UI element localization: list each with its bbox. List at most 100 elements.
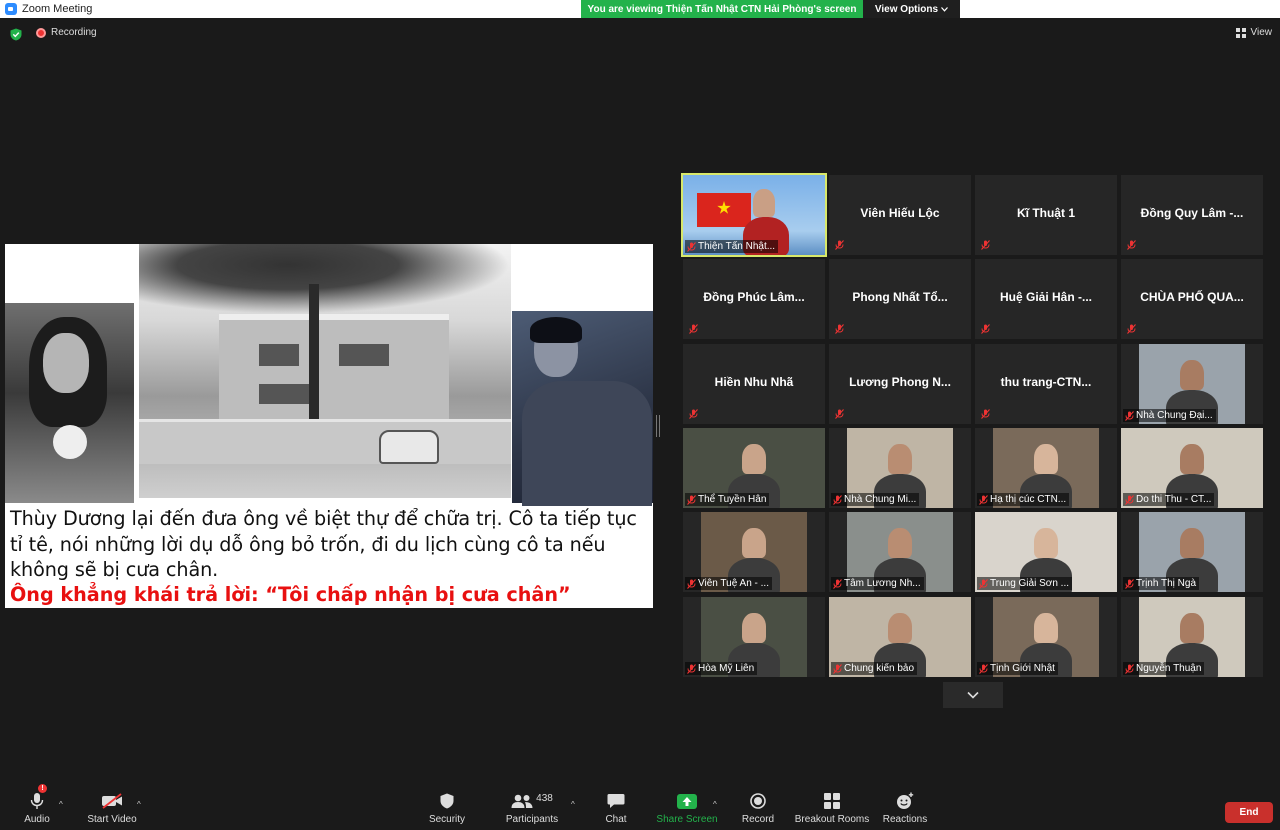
muted-mic-icon bbox=[833, 579, 842, 590]
muted-mic-icon bbox=[979, 579, 988, 590]
muted-mic-icon bbox=[835, 408, 844, 419]
participant-tile[interactable]: Do thi Thu - CT... bbox=[1121, 427, 1263, 508]
muted-mic-icon bbox=[835, 324, 844, 335]
participant-name: Nhà Chung Mi... bbox=[844, 493, 917, 505]
muted-mic-icon bbox=[1125, 663, 1134, 674]
participant-name-label: Hạ thị cúc CTN... bbox=[977, 492, 1070, 506]
reactions-button[interactable]: Reactions bbox=[882, 788, 928, 830]
encryption-shield-icon[interactable] bbox=[10, 28, 22, 41]
participants-options-caret-icon[interactable]: ^ bbox=[571, 800, 575, 809]
participant-name-label: Do thi Thu - CT... bbox=[1123, 492, 1215, 506]
participant-tile[interactable]: Viên Tuệ An - ... bbox=[683, 512, 825, 593]
participant-tile[interactable]: Tâm Lương Nh... bbox=[829, 512, 971, 593]
participant-name: Trung Giải Sơn ... bbox=[990, 578, 1069, 590]
audio-options-caret-icon[interactable]: ^ bbox=[59, 800, 63, 809]
share-screen-arrow-icon bbox=[677, 793, 697, 809]
muted-mic-icon bbox=[689, 408, 698, 419]
reactions-smiley-icon bbox=[897, 792, 914, 809]
muted-mic-icon bbox=[979, 495, 988, 505]
participant-name: Kĩ Thuật 1 bbox=[1016, 206, 1075, 220]
muted-mic-icon bbox=[689, 324, 698, 335]
muted-mic-icon bbox=[981, 408, 990, 419]
participant-tile[interactable]: Hòa Mỹ Liên bbox=[683, 596, 825, 677]
grid-view-icon bbox=[1235, 27, 1246, 38]
view-options-label: View Options bbox=[874, 3, 939, 15]
meeting-toolbar: ! Audio ^ Start Video ^ Security 438 Par… bbox=[0, 784, 1280, 830]
view-label: View bbox=[1250, 27, 1273, 38]
participant-tile[interactable]: Hạ thị cúc CTN... bbox=[975, 427, 1117, 508]
participant-name: Hòa Mỹ Liên bbox=[698, 662, 755, 674]
participant-tile[interactable]: Tịnh Giới Nhật bbox=[975, 596, 1117, 677]
participants-button[interactable]: 438 Participants bbox=[504, 788, 560, 830]
audio-label: Audio bbox=[24, 814, 50, 825]
muted-mic-icon bbox=[979, 663, 988, 674]
participant-name-label: Trịnh Thị Ngà bbox=[1123, 577, 1200, 591]
participant-tile[interactable]: Trung Giải Sơn ... bbox=[975, 512, 1117, 593]
participant-name-label: Viên Tuệ An - ... bbox=[685, 577, 772, 591]
shared-screen-slide: Thùy Dương lại đến đưa ông về biệt thự đ… bbox=[5, 244, 653, 608]
recording-dot-icon bbox=[36, 27, 46, 38]
participant-tile[interactable]: Nhà Chung Đại... bbox=[1121, 343, 1263, 424]
participant-name: Chung kiến bảo bbox=[844, 662, 915, 674]
participant-tile[interactable]: CHÙA PHỐ QUA... bbox=[1121, 259, 1263, 340]
end-meeting-button[interactable]: End bbox=[1225, 802, 1273, 823]
participant-name: Hiền Nhu Nhã bbox=[714, 374, 794, 389]
audio-warning-badge: ! bbox=[38, 784, 47, 793]
muted-mic-icon bbox=[833, 663, 842, 674]
participant-name: CHÙA PHỐ QUA... bbox=[1140, 290, 1244, 305]
microphone-icon bbox=[30, 793, 44, 809]
participant-tile[interactable]: Đồng Quy Lâm -... bbox=[1121, 175, 1263, 255]
participant-tile[interactable]: Phong Nhất Tổ... bbox=[829, 259, 971, 340]
view-layout-button[interactable]: View bbox=[1235, 27, 1273, 38]
participant-name: Viên Hiếu Lộc bbox=[860, 206, 940, 220]
participant-name: Tịnh Giới Nhật bbox=[990, 662, 1055, 674]
start-video-button[interactable]: Start Video bbox=[84, 788, 140, 830]
gallery-next-page-button[interactable] bbox=[943, 682, 1003, 708]
zoom-meeting-window: Zoom Meeting You are viewing Thiện Tấn N… bbox=[0, 0, 1280, 830]
chat-label: Chat bbox=[605, 814, 627, 825]
participant-tile[interactable]: Thiện Tấn Nhật... bbox=[681, 173, 827, 257]
slide-body-text: Thùy Dương lại đến đưa ông về biệt thự đ… bbox=[10, 507, 637, 581]
breakout-rooms-button[interactable]: Breakout Rooms bbox=[794, 788, 870, 830]
muted-mic-icon bbox=[687, 242, 696, 252]
participant-tile[interactable]: Trịnh Thị Ngà bbox=[1121, 512, 1263, 593]
participant-name: Thể Tuyền Hân bbox=[698, 493, 767, 505]
participants-icon bbox=[511, 794, 533, 808]
participant-name: Viên Tuệ An - ... bbox=[698, 578, 769, 590]
participant-tile[interactable]: Viên Hiếu Lộc bbox=[829, 175, 971, 255]
zoom-logo-icon bbox=[5, 3, 17, 15]
participant-tile[interactable]: Kĩ Thuật 1 bbox=[975, 175, 1117, 255]
participant-name-label: Chung kiến bảo bbox=[831, 661, 918, 675]
muted-mic-icon bbox=[1125, 579, 1134, 590]
recording-indicator[interactable]: Recording bbox=[36, 27, 97, 38]
breakout-rooms-label: Breakout Rooms bbox=[794, 814, 870, 825]
view-options-button[interactable]: View Options bbox=[863, 0, 960, 18]
participant-tile[interactable]: Thể Tuyền Hân bbox=[683, 427, 825, 508]
audio-button[interactable]: ! Audio bbox=[20, 784, 54, 830]
participants-label: Participants bbox=[505, 814, 559, 825]
share-screen-button[interactable]: Share Screen bbox=[656, 788, 718, 830]
participant-tile[interactable]: Nhà Chung Mi... bbox=[829, 427, 971, 508]
record-button[interactable]: Record bbox=[740, 788, 776, 830]
muted-mic-icon bbox=[835, 240, 844, 250]
participant-name-label: Nhà Chung Mi... bbox=[831, 492, 920, 506]
participant-name-label: Tâm Lương Nh... bbox=[831, 577, 924, 591]
participant-tile[interactable]: Đồng Phúc Lâm... bbox=[683, 259, 825, 340]
chat-button[interactable]: Chat bbox=[600, 788, 632, 830]
participant-tile[interactable]: thu trang-CTN... bbox=[975, 343, 1117, 424]
participant-tile[interactable]: Nguyễn Thuận bbox=[1121, 596, 1263, 677]
split-view-drag-handle[interactable] bbox=[656, 415, 660, 437]
participant-tile[interactable]: Lương Phong N... bbox=[829, 343, 971, 424]
security-button[interactable]: Security bbox=[425, 788, 469, 830]
participant-tile[interactable]: Chung kiến bảo bbox=[829, 596, 971, 677]
participant-tile[interactable]: Huệ Giải Hân -... bbox=[975, 259, 1117, 340]
participant-name-label: Thiện Tấn Nhật... bbox=[685, 240, 779, 253]
participants-count: 438 bbox=[536, 792, 553, 804]
participant-name: Thiện Tấn Nhật... bbox=[698, 241, 776, 252]
share-screen-label: Share Screen bbox=[656, 814, 718, 825]
video-options-caret-icon[interactable]: ^ bbox=[137, 800, 141, 809]
participant-tile[interactable]: Hiền Nhu Nhã bbox=[683, 343, 825, 424]
viewing-screen-banner: You are viewing Thiện Tấn Nhật CTN Hải P… bbox=[581, 0, 863, 18]
share-options-caret-icon[interactable]: ^ bbox=[713, 800, 717, 809]
participant-name: Tâm Lương Nh... bbox=[844, 578, 921, 590]
